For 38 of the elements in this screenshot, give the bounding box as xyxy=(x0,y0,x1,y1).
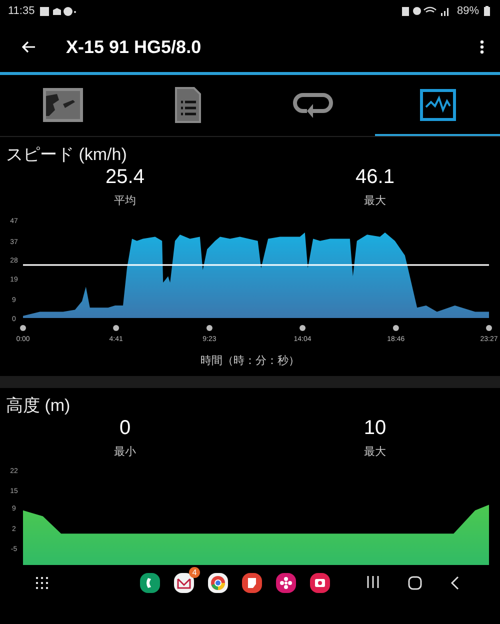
recents-button[interactable] xyxy=(366,576,380,590)
tick-dot xyxy=(486,325,492,331)
stat-value: 46.1 xyxy=(356,166,394,189)
browser-app-icon[interactable] xyxy=(208,573,228,593)
tick-dot xyxy=(206,325,212,331)
tick-dot xyxy=(392,325,399,331)
status-time: 11:35 xyxy=(8,5,35,17)
axis-title: 時間（時：分：秒） xyxy=(200,354,300,368)
tick-dot xyxy=(20,325,26,331)
home-button[interactable] xyxy=(408,576,422,590)
section-title: 高度 (m) xyxy=(5,395,72,417)
tick-dot xyxy=(113,325,120,331)
app-drawer-icon[interactable] xyxy=(36,577,48,589)
phone-app-icon[interactable] xyxy=(140,573,160,593)
stat-value: 25.4 xyxy=(106,166,144,189)
back-arrow-icon xyxy=(22,41,36,53)
stat-label: 最小 xyxy=(114,445,136,459)
map-icon xyxy=(42,88,82,122)
stat-label: 平均 xyxy=(114,194,136,208)
battery-icon xyxy=(484,6,490,16)
notification-badge: 4 xyxy=(189,567,200,578)
section-title: スピード (km/h) xyxy=(5,144,128,166)
notes-app-icon[interactable] xyxy=(242,573,262,593)
activity-icon xyxy=(420,88,456,120)
more-icon xyxy=(480,40,484,54)
mail-app-icon[interactable] xyxy=(174,573,194,593)
stat-value: 10 xyxy=(364,417,386,440)
stat-value: 0 xyxy=(119,417,131,440)
document-icon xyxy=(174,86,202,124)
flower-app-icon[interactable] xyxy=(276,573,296,593)
camera-app-icon[interactable] xyxy=(310,573,330,593)
tick-dot xyxy=(300,325,306,331)
app-title: X-15 91 HG5/8.0 xyxy=(66,36,202,58)
back-nav-button[interactable] xyxy=(450,576,460,590)
notification-icons xyxy=(40,6,76,16)
stat-label: 最大 xyxy=(364,445,386,459)
battery-percent: 89% xyxy=(456,5,479,17)
stat-label: 最大 xyxy=(364,194,386,208)
